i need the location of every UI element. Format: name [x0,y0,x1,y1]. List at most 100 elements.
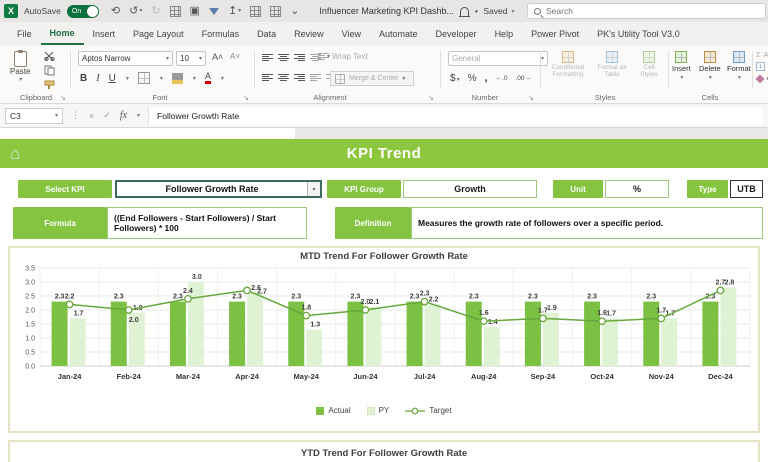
svg-text:Jul-24: Jul-24 [414,372,437,381]
font-name-select[interactable]: Aptos Narrow▾ [78,51,173,66]
middle-align-icon[interactable] [278,53,289,62]
currency-button[interactable]: $▾ [450,73,460,84]
formula-options-icon[interactable]: ⋮ [71,110,80,121]
formula-input[interactable]: Follower Growth Rate [148,107,763,125]
italic-button[interactable]: I [96,73,99,84]
percent-button[interactable]: % [468,73,477,84]
name-box[interactable]: C3▾ [5,108,63,124]
filter-icon[interactable] [209,8,219,15]
fill-color-icon[interactable] [172,73,183,84]
tab-developer[interactable]: Developer [427,24,486,44]
decrease-decimal-icon[interactable]: .00→ [515,75,531,82]
shrink-font-icon[interactable]: A˅ [230,52,240,61]
tab-help[interactable]: Help [486,24,523,44]
svg-text:2.3: 2.3 [587,294,597,301]
picture-icon[interactable]: ▣ [190,6,200,17]
cell-reference: C3 [10,111,21,121]
svg-text:2.3: 2.3 [351,294,361,301]
grow-font-icon[interactable]: A˄ [212,52,223,62]
top-align-icon[interactable] [262,53,273,62]
tab-formulas[interactable]: Formulas [193,24,249,44]
tab-automate[interactable]: Automate [370,24,427,44]
font-size-select[interactable]: 10▾ [176,51,206,66]
excel-app-icon[interactable]: X [4,4,18,18]
cell-styles-button[interactable]: Cell Styles [634,51,664,79]
clear-button[interactable]: Clear▾ [756,74,768,83]
ytd-chart[interactable]: YTD Trend For Follower Growth Rate [8,440,760,462]
kpi-group-label: KPI Group [327,180,401,198]
tab-data[interactable]: Data [248,24,285,44]
bold-button[interactable]: B [80,73,87,84]
bottom-align-icon[interactable] [294,53,305,62]
clipboard-launcher-icon[interactable]: ↘ [60,94,66,102]
conditional-formatting-label: Conditional Formatting [546,64,590,79]
number-format-select[interactable]: General▾ [448,51,548,66]
autosave-toggle[interactable]: On [67,5,99,18]
align-left-icon[interactable] [262,73,273,82]
kpi-trend-banner: ⌂ KPI Trend [0,139,768,168]
cancel-icon[interactable]: × [89,111,94,121]
tab-page-layout[interactable]: Page Layout [124,24,193,44]
qat-overflow-icon[interactable]: ⌄ [290,6,299,17]
delete-cells-button[interactable]: Delete ▾ [699,51,721,81]
save-status[interactable]: • Saved▾ [475,6,514,16]
undo-icon[interactable]: ↺▾ [129,6,142,17]
fill-button[interactable]: ↓Fill▾ [756,62,768,71]
format-as-table-button[interactable]: Format as Table [592,51,632,79]
wrap-text-button[interactable]: Wrap Text [318,52,368,61]
svg-text:2.7: 2.7 [257,288,267,295]
underline-caret-icon[interactable]: ▾ [126,75,129,82]
formula-value: ((End Followers - Start Followers) / Sta… [107,207,307,239]
kpi-dropdown[interactable]: Follower Growth Rate ▾ [115,180,322,198]
merge-center-label: Merge & Center [349,75,398,82]
redo-icon[interactable]: ↻ [151,6,160,17]
share-icon[interactable]: ↥▾ [228,6,241,17]
decrease-indent-icon[interactable] [310,73,321,82]
table-icon[interactable] [250,6,261,17]
tab-home[interactable]: Home [41,23,84,45]
dropdown-arrow-icon[interactable]: ▾ [307,182,320,196]
align-center-icon[interactable] [278,73,289,82]
svg-text:1.9: 1.9 [547,305,557,312]
svg-text:Feb-24: Feb-24 [117,372,142,381]
svg-text:2.3: 2.3 [410,294,420,301]
search-box[interactable] [527,3,766,19]
enter-icon[interactable]: ✓ [103,110,111,121]
cut-icon[interactable] [44,51,55,61]
underline-button[interactable]: U [109,73,116,84]
increase-decimal-icon[interactable]: ←.0 [496,75,508,82]
tab-review[interactable]: Review [285,24,333,44]
svg-text:1.7: 1.7 [538,307,548,314]
tab-view[interactable]: View [333,24,370,44]
borders-button[interactable] [138,72,150,84]
format-painter-icon[interactable] [44,80,55,90]
search-input[interactable] [546,6,759,16]
paste-button[interactable]: Paste ▾ [10,51,30,83]
alignment-launcher-icon[interactable]: ↘ [428,94,434,102]
tab-power-pivot[interactable]: Power Pivot [522,24,588,44]
calc-sheet-icon[interactable] [270,6,281,17]
insert-cells-button[interactable]: Insert ▾ [672,51,691,81]
merge-center-button[interactable]: Merge & Center ▾ [330,71,414,86]
svg-text:1.4: 1.4 [488,319,498,326]
mtd-chart[interactable]: MTD Trend For Follower Growth Rate 3.53.… [8,246,760,433]
align-right-icon[interactable] [294,73,305,82]
notification-bell-icon[interactable] [460,7,469,16]
comma-style-button[interactable]: , [484,72,487,84]
save-icon[interactable]: ⟲ [111,6,120,17]
borders-caret-icon[interactable]: ▾ [160,75,163,82]
number-launcher-icon[interactable]: ↘ [528,94,534,102]
format-cells-button[interactable]: Format ▾ [727,51,751,81]
tab-file[interactable]: File [8,24,41,44]
home-icon[interactable]: ⌂ [10,144,20,164]
borders-icon[interactable] [170,6,181,17]
font-color-icon[interactable]: A [205,72,211,84]
copy-icon[interactable] [44,65,55,76]
tab-pk-utility[interactable]: PK's Utility Tool V3.0 [588,24,689,44]
font-launcher-icon[interactable]: ↘ [243,94,249,102]
document-title[interactable]: Influencer Marketing KPI Dashb... [319,6,454,16]
tab-insert[interactable]: Insert [84,24,125,44]
conditional-formatting-button[interactable]: Conditional Formatting [546,51,590,79]
insert-function-icon[interactable]: fx [120,110,127,121]
autosum-button[interactable]: ΣAutoSum [756,50,768,59]
